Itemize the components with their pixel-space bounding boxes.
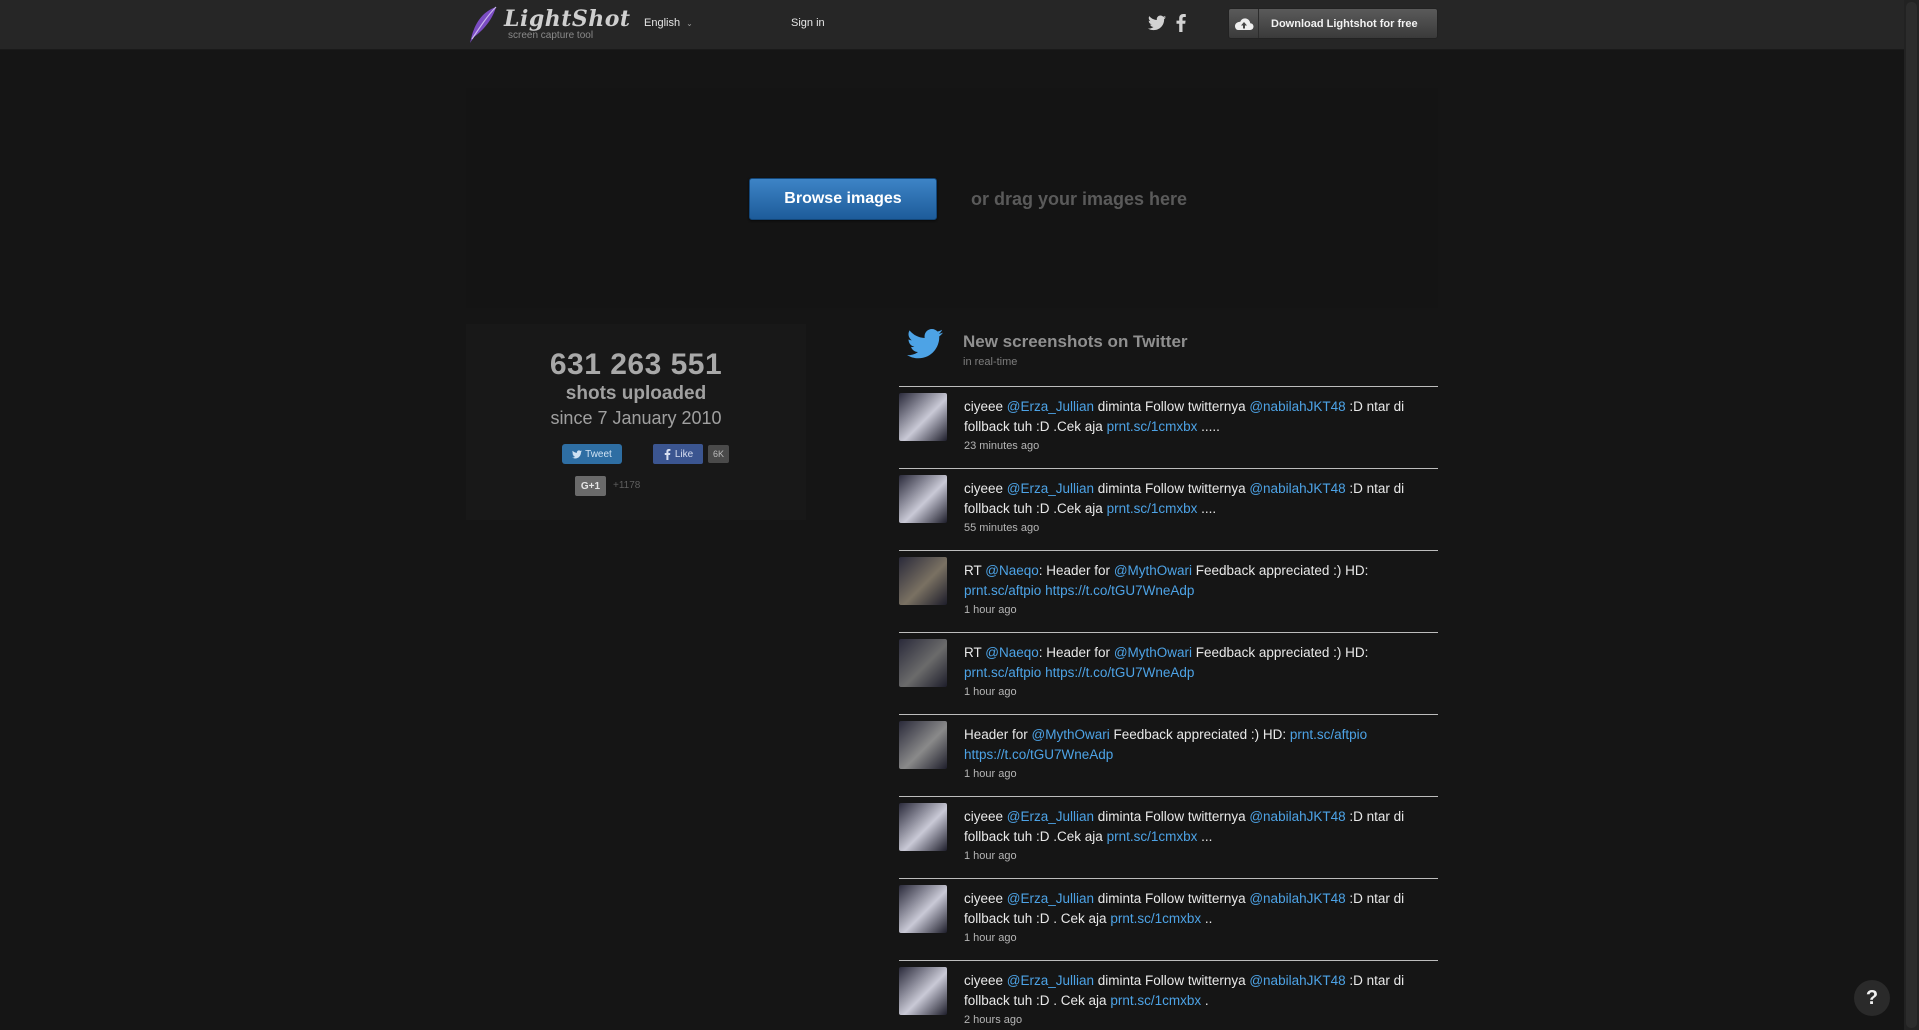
tweet-item[interactable]: ciyeee @Erza_Jullian diminta Follow twit…	[899, 468, 1438, 550]
tweet-share-label: Tweet	[585, 448, 612, 460]
tweet-timestamp[interactable]: 1 hour ago	[964, 604, 1017, 616]
tweet-timestamp[interactable]: 1 hour ago	[964, 932, 1017, 944]
logo-name: LightShot	[504, 6, 631, 32]
browse-images-button[interactable]: Browse images	[749, 178, 937, 220]
upload-dropzone[interactable]	[466, 88, 1438, 308]
tweet-avatar[interactable]	[899, 639, 947, 687]
tweet-avatar[interactable]	[899, 475, 947, 523]
tweet-timestamp[interactable]: 1 hour ago	[964, 686, 1017, 698]
facebook-icon[interactable]	[1176, 14, 1186, 32]
tweet-timestamp[interactable]: 1 hour ago	[964, 850, 1017, 862]
like-label: Like	[674, 448, 694, 460]
page: LightShot screen capture tool English ⌄ S…	[0, 0, 1919, 1030]
tweet-text: ciyeee @Erza_Jullian diminta Follow twit…	[964, 809, 1405, 844]
tweet-avatar[interactable]	[899, 721, 947, 769]
tweet-text: Header for @MythOwari Feedback appreciat…	[964, 727, 1368, 762]
tweet-text: RT @Naeqo: Header for @MythOwari Feedbac…	[964, 563, 1369, 598]
tweet-timestamp[interactable]: 1 hour ago	[964, 768, 1017, 780]
logo-tagline: screen capture tool	[508, 30, 594, 41]
facebook-icon	[664, 448, 671, 460]
scrollbar-thumb[interactable]	[1906, 2, 1917, 1028]
tweet-item[interactable]: Header for @MythOwari Feedback appreciat…	[899, 714, 1438, 796]
tweet-list: ciyeee @Erza_Jullian diminta Follow twit…	[899, 386, 1438, 1030]
tweet-item[interactable]: RT @Naeqo: Header for @MythOwari Feedbac…	[899, 550, 1438, 632]
tweet-text: ciyeee @Erza_Jullian diminta Follow twit…	[964, 481, 1405, 516]
tweet-item[interactable]: ciyeee @Erza_Jullian diminta Follow twit…	[899, 960, 1438, 1030]
tweet-timestamp[interactable]: 2 hours ago	[964, 1014, 1022, 1026]
tweet-item[interactable]: ciyeee @Erza_Jullian diminta Follow twit…	[899, 878, 1438, 960]
stats-panel: 631 263 551 shots uploaded since 7 Janua…	[466, 324, 806, 520]
tweet-text: RT @Naeqo: Header for @MythOwari Feedbac…	[964, 645, 1369, 680]
tweet-text: ciyeee @Erza_Jullian diminta Follow twit…	[964, 973, 1405, 1008]
twitter-icon[interactable]	[1148, 15, 1166, 31]
shots-since: since 7 January 2010	[550, 408, 722, 428]
tweet-avatar[interactable]	[899, 803, 947, 851]
feed-subtitle: in real-time	[963, 356, 1018, 368]
feather-logo-icon	[470, 6, 497, 43]
tweet-avatar[interactable]	[899, 393, 947, 441]
tweet-item[interactable]: RT @Naeqo: Header for @MythOwari Feedbac…	[899, 632, 1438, 714]
language-label: English	[644, 17, 681, 29]
like-count: 6K	[708, 445, 730, 463]
download-label: Download Lightshot for free	[1271, 17, 1418, 30]
shots-label: shots uploaded	[565, 383, 707, 404]
tweet-text: ciyeee @Erza_Jullian diminta Follow twit…	[964, 891, 1405, 926]
top-bar: LightShot screen capture tool English ⌄ S…	[0, 0, 1904, 50]
drag-hint: or drag your images here	[971, 189, 1188, 209]
tweet-item[interactable]: ciyeee @Erza_Jullian diminta Follow twit…	[899, 796, 1438, 878]
tweet-avatar[interactable]	[899, 967, 947, 1015]
twitter-icon	[572, 449, 583, 458]
download-button[interactable]: Download Lightshot for free	[1228, 8, 1438, 39]
tweet-timestamp[interactable]: 23 minutes ago	[964, 440, 1039, 452]
twitter-bird-icon	[907, 329, 943, 359]
tweet-avatar[interactable]	[899, 885, 947, 933]
tweet-avatar[interactable]	[899, 557, 947, 605]
tweet-text: ciyeee @Erza_Jullian diminta Follow twit…	[964, 399, 1405, 434]
tweet-item[interactable]: ciyeee @Erza_Jullian diminta Follow twit…	[899, 386, 1438, 468]
tweet-share-button[interactable]: Tweet	[562, 444, 622, 464]
help-button[interactable]: ?	[1854, 980, 1890, 1016]
chevron-down-icon: ⌄	[686, 19, 693, 28]
sign-in-link[interactable]: Sign in	[791, 17, 825, 29]
cloud-upload-icon	[1229, 9, 1259, 38]
google-plus-button[interactable]: G+1	[575, 476, 606, 496]
lightshot-logo[interactable]: LightShot screen capture tool	[466, 5, 631, 45]
shots-count: 631 263 551	[549, 348, 723, 381]
twitter-feed-header: New screenshots on Twitter in real-time	[899, 324, 1438, 386]
google-plus-count: +1178	[613, 480, 641, 491]
feed-title: New screenshots on Twitter	[963, 332, 1188, 351]
tweet-timestamp[interactable]: 55 minutes ago	[964, 522, 1039, 534]
language-selector[interactable]: English ⌄	[644, 17, 693, 29]
facebook-like-button[interactable]: Like 6K	[653, 444, 730, 464]
